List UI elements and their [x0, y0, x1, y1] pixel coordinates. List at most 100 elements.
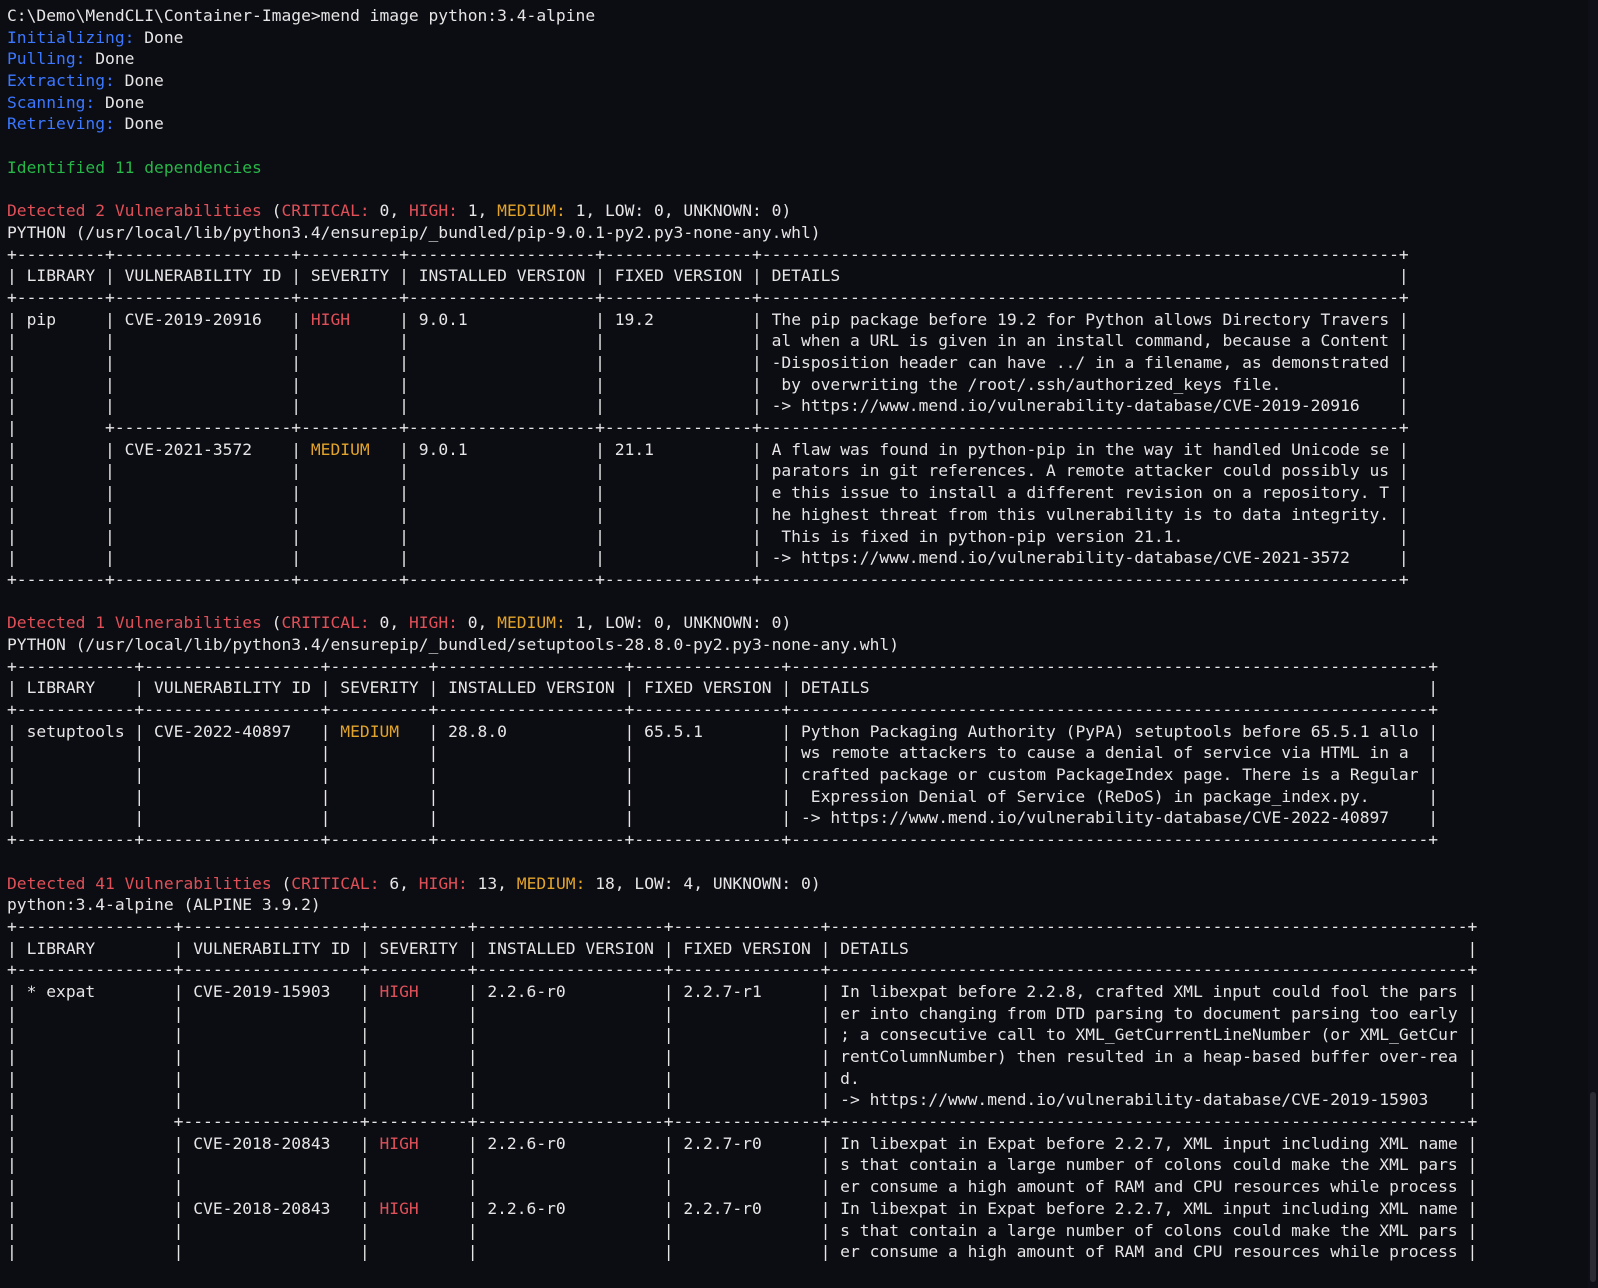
terminal-line: Initializing: Done — [7, 27, 1586, 49]
terminal-text: | | | | | | Expression Denial of Service… — [7, 787, 1438, 806]
terminal-line: | | | | | | -> https://www.mend.io/vulne… — [7, 807, 1586, 829]
terminal-text: 13, — [468, 874, 517, 893]
terminal-text: +---------+------------------+----------… — [7, 288, 1409, 307]
terminal-text: | | CVE-2018-20843 | — [7, 1134, 379, 1153]
terminal-line: | | | | | | ws remote attackers to cause… — [7, 742, 1586, 764]
terminal-text: | 9.0.1 | 21.1 | A flaw was found in pyt… — [370, 440, 1409, 459]
terminal-text: | | | | | | er consume a high amount of … — [7, 1242, 1477, 1261]
terminal-text: Pulling: — [7, 49, 95, 68]
terminal-text: 0, — [370, 613, 409, 632]
terminal-line: C:\Demo\MendCLI\Container-Image>mend ima… — [7, 5, 1586, 27]
terminal-text: | | | | | | e this issue to install a di… — [7, 483, 1409, 502]
terminal-text: MEDIUM — [340, 722, 399, 741]
terminal-line: Detected 2 Vulnerabilities (CRITICAL: 0,… — [7, 200, 1586, 222]
terminal-line: PYTHON (/usr/local/lib/python3.4/ensurep… — [7, 634, 1586, 656]
terminal-line: | | CVE-2018-20843 | HIGH | 2.2.6-r0 | 2… — [7, 1133, 1586, 1155]
terminal-line: | LIBRARY | VULNERABILITY ID | SEVERITY … — [7, 677, 1586, 699]
terminal-text: Done — [95, 49, 134, 68]
terminal-text: | | | | | | ; a consecutive call to XML_… — [7, 1025, 1477, 1044]
terminal-text: | 9.0.1 | 19.2 | The pip package before … — [350, 310, 1409, 329]
terminal-line — [7, 135, 1586, 157]
terminal-text: | pip | CVE-2019-20916 | — [7, 310, 311, 329]
terminal-text: | LIBRARY | VULNERABILITY ID | SEVERITY … — [7, 266, 1409, 285]
terminal-line: | | | | | | al when a URL is given in an… — [7, 330, 1586, 352]
terminal-text: | LIBRARY | VULNERABILITY ID | SEVERITY … — [7, 678, 1438, 697]
terminal-line: Scanning: Done — [7, 92, 1586, 114]
terminal-line: +----------------+------------------+---… — [7, 916, 1586, 938]
terminal-text: | 2.2.6-r0 | 2.2.7-r1 | In libexpat befo… — [419, 982, 1478, 1001]
terminal-text: HIGH: — [409, 613, 458, 632]
terminal-text: HIGH — [379, 982, 418, 1001]
terminal-text: 1, LOW: 0, UNKNOWN: 0) — [566, 201, 791, 220]
terminal-text: C:\Demo\MendCLI\Container-Image>mend ima… — [7, 6, 595, 25]
terminal-line: | | | | | | er into changing from DTD pa… — [7, 1003, 1586, 1025]
terminal-text: 1, — [458, 201, 497, 220]
terminal-text: Done — [105, 93, 144, 112]
terminal-line: | | | | | | d. | — [7, 1068, 1586, 1090]
terminal-text: MEDIUM — [311, 440, 370, 459]
terminal-text: HIGH — [311, 310, 350, 329]
terminal-text: 0, — [458, 613, 497, 632]
terminal-text: Done — [125, 71, 164, 90]
terminal-line: +---------+------------------+----------… — [7, 244, 1586, 266]
terminal-line: | | | | | | Expression Denial of Service… — [7, 786, 1586, 808]
terminal-line: | +------------------+----------+-------… — [7, 417, 1586, 439]
terminal-line: | | | | | | -> https://www.mend.io/vulne… — [7, 395, 1586, 417]
terminal-text: Detected 41 Vulnerabilities — [7, 874, 281, 893]
terminal-text: | | | | | | -> https://www.mend.io/vulne… — [7, 1090, 1477, 1109]
terminal-text: | | | | | | -> https://www.mend.io/vulne… — [7, 396, 1409, 415]
terminal-text: | 2.2.6-r0 | 2.2.7-r0 | In libexpat in E… — [419, 1134, 1478, 1153]
terminal-text: +------------+------------------+-------… — [7, 700, 1438, 719]
terminal-line: | | | | | | e this issue to install a di… — [7, 482, 1586, 504]
terminal-text: | | | | | | he highest threat from this … — [7, 505, 1409, 524]
terminal-text: | | | | | | er into changing from DTD pa… — [7, 1004, 1477, 1023]
scrollbar[interactable] — [1588, 0, 1598, 1288]
terminal-text: | | | | | | -> https://www.mend.io/vulne… — [7, 808, 1438, 827]
scrollbar-thumb[interactable] — [1590, 1092, 1596, 1282]
terminal-text: | 28.8.0 | 65.5.1 | Python Packaging Aut… — [399, 722, 1438, 741]
terminal-text: CRITICAL: — [281, 613, 369, 632]
terminal-line: | | | | | | rentColumnNumber) then resul… — [7, 1046, 1586, 1068]
terminal-line: Retrieving: Done — [7, 113, 1586, 135]
terminal-line: Identified 11 dependencies — [7, 157, 1586, 179]
terminal-line: Pulling: Done — [7, 48, 1586, 70]
terminal-text: Initializing: — [7, 28, 144, 47]
terminal-text: | | | | | | -Disposition header can have… — [7, 353, 1409, 372]
terminal-text: CRITICAL: — [291, 874, 379, 893]
terminal-output: C:\Demo\MendCLI\Container-Image>mend ima… — [7, 5, 1586, 1263]
terminal-line: python:3.4-alpine (ALPINE 3.9.2) — [7, 894, 1586, 916]
terminal-text: ( — [272, 613, 282, 632]
terminal-text: | * expat | CVE-2019-15903 | — [7, 982, 379, 1001]
terminal-line: | | | | | | ; a consecutive call to XML_… — [7, 1024, 1586, 1046]
terminal-text: +---------+------------------+----------… — [7, 570, 1409, 589]
terminal-text: +------------+------------------+-------… — [7, 657, 1438, 676]
terminal-line — [7, 851, 1586, 873]
terminal-line: | | | | | | -> https://www.mend.io/vulne… — [7, 1089, 1586, 1111]
terminal-line: | LIBRARY | VULNERABILITY ID | SEVERITY … — [7, 938, 1586, 960]
terminal-text: | | | | | | er consume a high amount of … — [7, 1177, 1477, 1196]
terminal-text: | | | | | | s that contain a large numbe… — [7, 1221, 1477, 1240]
terminal-text: 0, — [370, 201, 409, 220]
terminal-text: | setuptools | CVE-2022-40897 | — [7, 722, 340, 741]
terminal-line: +------------+------------------+-------… — [7, 656, 1586, 678]
terminal-text: | | | | | | d. | — [7, 1069, 1477, 1088]
terminal-text: PYTHON (/usr/local/lib/python3.4/ensurep… — [7, 635, 899, 654]
terminal-text: | | | | | | al when a URL is given in an… — [7, 331, 1409, 350]
terminal-line: | | | | | | parators in git references. … — [7, 460, 1586, 482]
terminal-text: ( — [281, 874, 291, 893]
terminal-line: Detected 1 Vulnerabilities (CRITICAL: 0,… — [7, 612, 1586, 634]
terminal-line: | | | | | | er consume a high amount of … — [7, 1176, 1586, 1198]
terminal-line: | | CVE-2021-3572 | MEDIUM | 9.0.1 | 21.… — [7, 439, 1586, 461]
terminal-text: | 2.2.6-r0 | 2.2.7-r0 | In libexpat in E… — [419, 1199, 1478, 1218]
terminal-text: | | | | | | s that contain a large numbe… — [7, 1155, 1477, 1174]
terminal-text: 1, LOW: 0, UNKNOWN: 0) — [566, 613, 791, 632]
terminal-text: HIGH — [379, 1199, 418, 1218]
terminal-line: | setuptools | CVE-2022-40897 | MEDIUM |… — [7, 721, 1586, 743]
terminal-line: +---------+------------------+----------… — [7, 287, 1586, 309]
terminal-text: +----------------+------------------+---… — [7, 960, 1477, 979]
terminal-text: CRITICAL: — [281, 201, 369, 220]
terminal-line: | +------------------+----------+-------… — [7, 1111, 1586, 1133]
terminal-line: +------------+------------------+-------… — [7, 699, 1586, 721]
terminal-text: +----------------+------------------+---… — [7, 917, 1477, 936]
terminal-line: | | | | | | s that contain a large numbe… — [7, 1220, 1586, 1242]
